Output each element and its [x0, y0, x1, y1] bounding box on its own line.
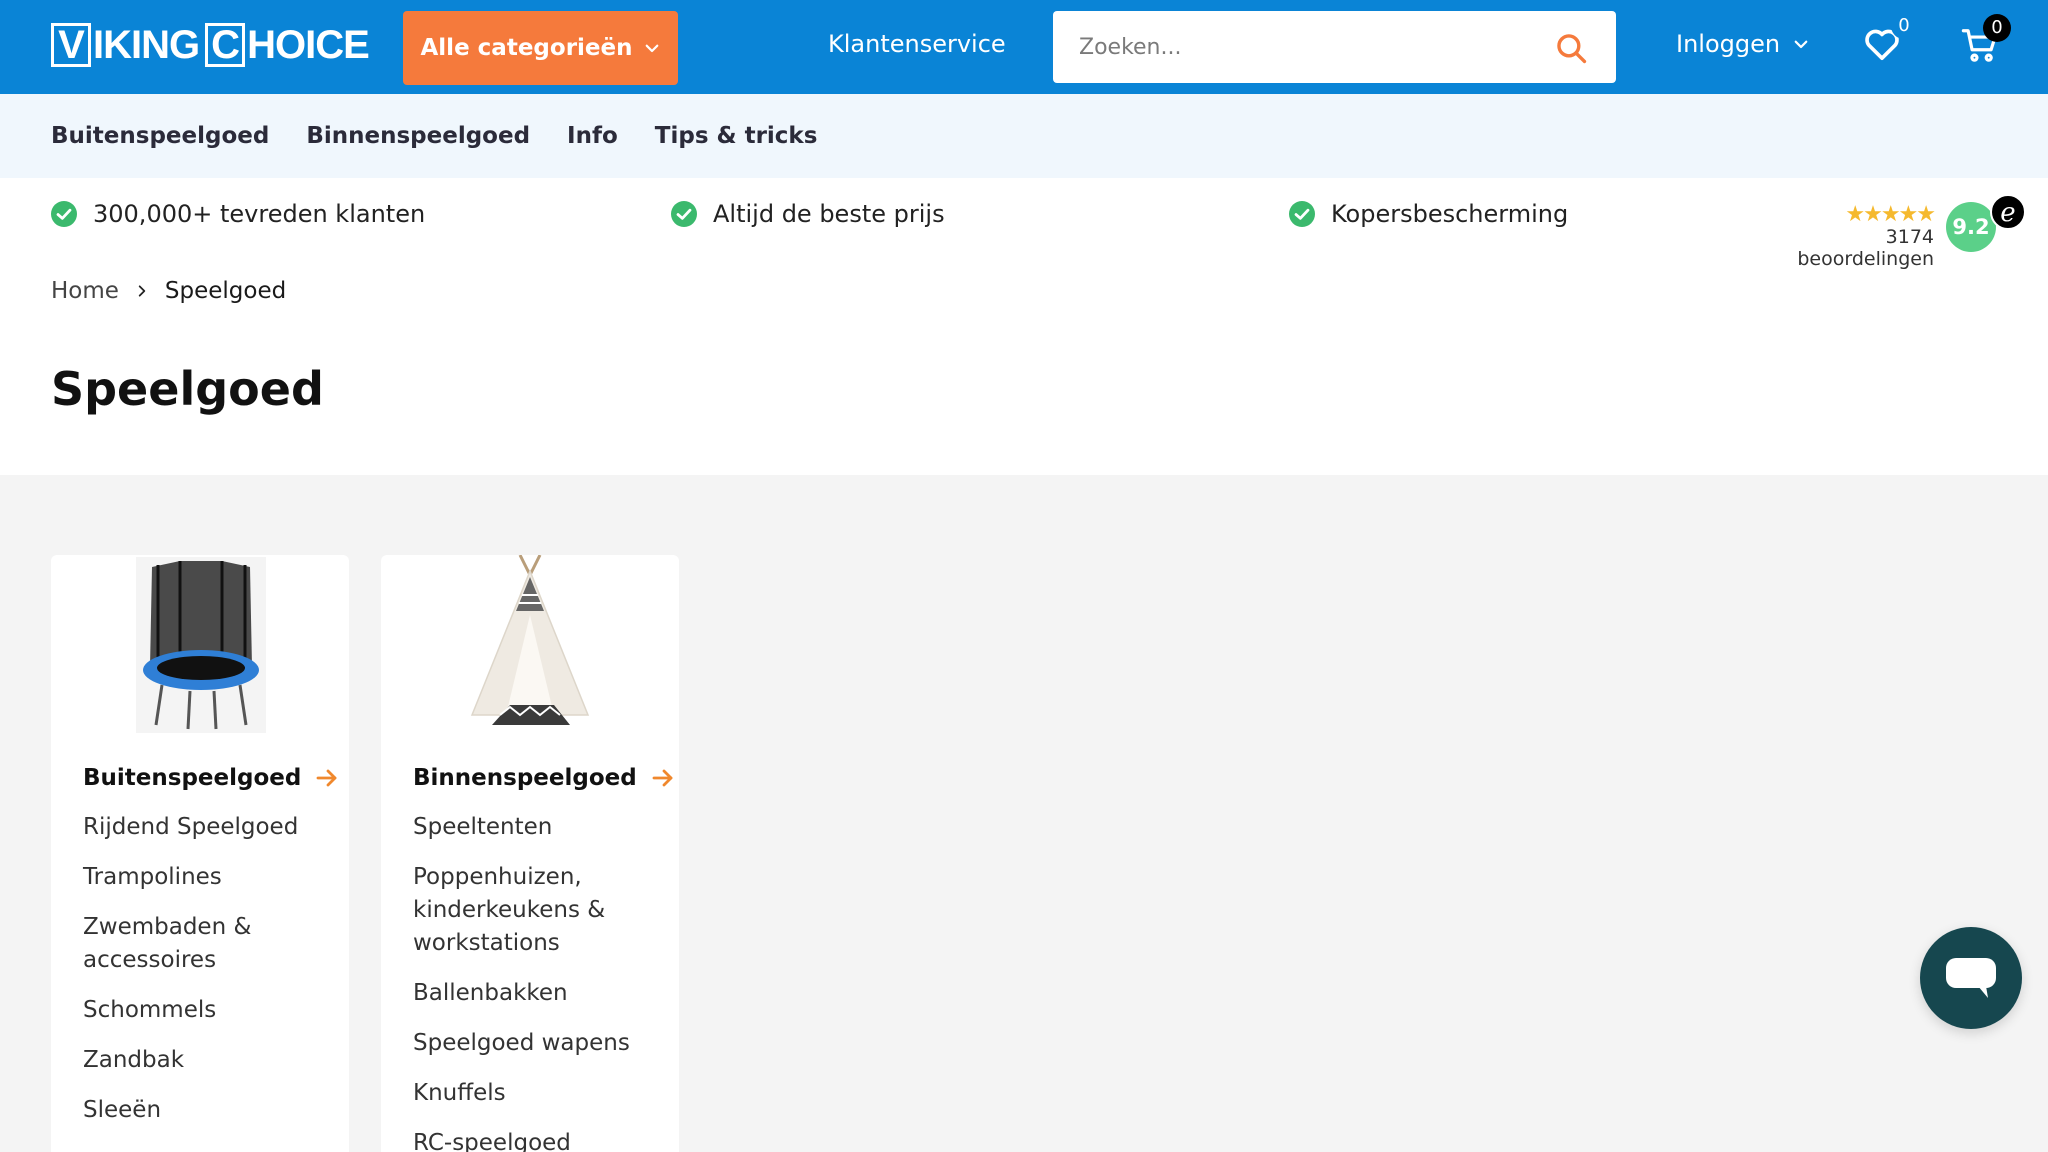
search-bar	[1053, 11, 1616, 83]
cart-count-badge: 0	[1983, 14, 2011, 42]
breadcrumb: Home Speelgoed	[51, 278, 286, 304]
chat-bubble-icon	[1946, 958, 1996, 998]
customer-service-link[interactable]: Klantenservice	[828, 30, 1006, 58]
breadcrumb-current: Speelgoed	[164, 278, 287, 304]
logo-letter-c: C	[205, 23, 246, 67]
subcategory-link[interactable]: Zandbak	[83, 1044, 333, 1077]
check-circle-icon	[51, 201, 77, 227]
card-title[interactable]: Buitenspeelgoed	[83, 765, 339, 791]
logo-letter-v: V	[51, 23, 91, 67]
card-title-text: Buitenspeelgoed	[83, 765, 302, 791]
trampoline-illustration	[136, 557, 266, 733]
subcategory-list: Speeltenten Poppenhuizen, kinderkeukens …	[413, 811, 663, 1152]
check-circle-icon	[1289, 201, 1315, 227]
subcategory-link[interactable]: Trampolines	[83, 861, 333, 894]
logo-text-part2: HOICE	[247, 22, 370, 67]
chevron-right-icon	[138, 285, 146, 297]
usp-text: 300,000+ tevreden klanten	[93, 200, 426, 228]
chevron-down-icon	[645, 44, 658, 53]
nav-item-info[interactable]: Info	[567, 123, 618, 149]
breadcrumb-home-link[interactable]: Home	[51, 278, 119, 304]
star-rating-icon: ★★★★★	[1845, 202, 1936, 227]
reviews-count: 3174 beoordelingen	[1797, 226, 1934, 270]
subcategory-link[interactable]: Schommels	[83, 994, 333, 1027]
subcategory-link[interactable]: Knuffels	[413, 1077, 663, 1110]
search-icon[interactable]	[1554, 31, 1588, 65]
subcategory-link[interactable]: Poppenhuizen, kinderkeukens & workstatio…	[413, 861, 663, 960]
category-nav: Buitenspeelgoed Binnenspeelgoed Info Tip…	[0, 94, 2048, 178]
subcategory-link[interactable]: Ballenbakken	[413, 977, 663, 1010]
usp-text: Kopersbescherming	[1331, 200, 1569, 228]
viking-choice-logo[interactable]: V IKING C HOICE	[51, 21, 370, 69]
trampoline-image[interactable]	[51, 555, 349, 735]
category-card-buitenspeelgoed: Buitenspeelgoed Rijdend Speelgoed Trampo…	[51, 555, 349, 1152]
nav-item-binnenspeelgoed[interactable]: Binnenspeelgoed	[306, 123, 530, 149]
usp-item: 300,000+ tevreden klanten	[51, 200, 425, 228]
nav-item-buitenspeelgoed[interactable]: Buitenspeelgoed	[51, 123, 269, 149]
all-categories-label: Alle categorieën	[420, 35, 633, 61]
check-circle-icon	[671, 201, 697, 227]
logo-text-part1: IKING	[93, 22, 200, 67]
usp-item: Altijd de beste prijs	[671, 200, 945, 228]
subcategory-link[interactable]: RC-speelgoed	[413, 1127, 663, 1152]
search-input[interactable]	[1053, 17, 1533, 77]
wishlist-count-badge: 0	[1891, 13, 1917, 39]
page-title: Speelgoed	[51, 362, 324, 416]
arrow-right-icon	[316, 769, 337, 787]
category-card-binnenspeelgoed: Binnenspeelgoed Speeltenten Poppenhuizen…	[381, 555, 679, 1152]
nav-item-tips-tricks[interactable]: Tips & tricks	[655, 123, 818, 149]
subcategory-link[interactable]: Sleeën	[83, 1094, 333, 1127]
subcategory-list: Rijdend Speelgoed Trampolines Zwembaden …	[83, 811, 333, 1144]
top-header: V IKING C HOICE Alle categorieën Klantenser…	[0, 0, 2048, 94]
usp-text: Altijd de beste prijs	[713, 200, 945, 228]
arrow-right-icon	[652, 769, 673, 787]
usp-item: Kopersbescherming	[1289, 200, 1568, 228]
card-title[interactable]: Binnenspeelgoed	[413, 765, 675, 791]
review-score-badge[interactable]: 9.2	[1946, 202, 1996, 252]
teepee-illustration	[470, 555, 590, 725]
play-tent-image[interactable]	[381, 555, 679, 735]
subcategory-link[interactable]: Speeltenten	[413, 811, 663, 844]
subcategory-link[interactable]: Speelgoed wapens	[413, 1027, 663, 1060]
reviews-widget[interactable]: ★★★★★ 3174 beoordelingen	[1746, 202, 1936, 271]
subcategory-link[interactable]: Zwembaden & accessoires	[83, 911, 333, 977]
login-label: Inloggen	[1676, 30, 1781, 58]
chevron-down-icon	[1794, 40, 1808, 49]
trusted-shop-badge-icon[interactable]: e	[1990, 194, 2026, 230]
chat-button[interactable]	[1920, 927, 2022, 1029]
card-title-text: Binnenspeelgoed	[413, 765, 637, 791]
subcategory-link[interactable]: Rijdend Speelgoed	[83, 811, 333, 844]
login-menu[interactable]: Inloggen	[1676, 30, 1810, 58]
all-categories-button[interactable]: Alle categorieën	[403, 11, 678, 85]
